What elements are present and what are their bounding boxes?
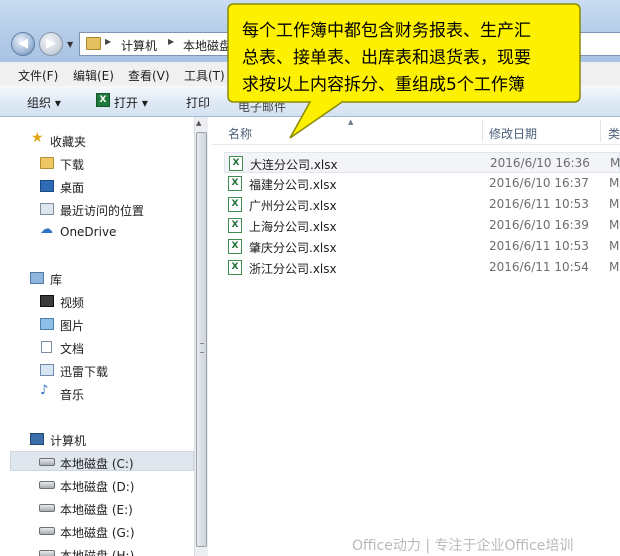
callout-line: 每个工作簿中都包含财务报表、生产汇 [242, 21, 531, 41]
callout-annotation: 每个工作簿中都包含财务报表、生产汇 总表、接单表、出库表和退货表，现要 求按以上… [227, 3, 581, 139]
callout-line: 总表、接单表、出库表和退货表，现要 [242, 48, 531, 68]
callout-line: 求按以上内容拆分、重组成5个工作簿 [242, 75, 525, 95]
watermark-text: Office动力 | 专注于企业Office培训 [352, 538, 574, 554]
